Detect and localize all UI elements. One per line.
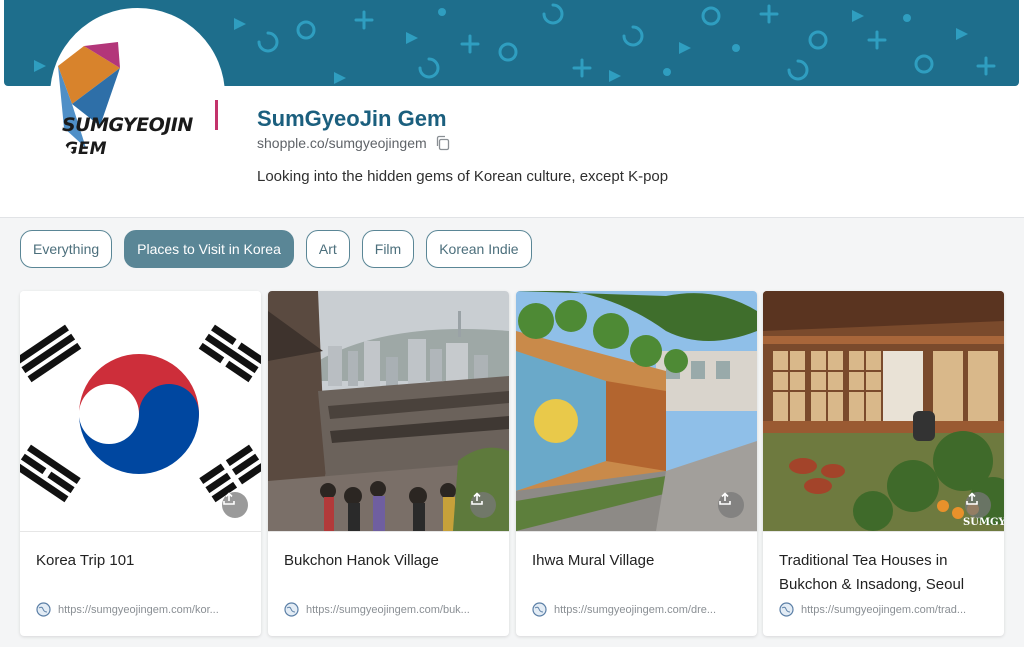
tab-everything[interactable]: Everything: [20, 230, 113, 268]
link-card-tea-houses[interactable]: SUMGYEO Traditional Tea Houses in Bukcho…: [763, 291, 1004, 636]
card-link-url: https://sumgyeojingem.com/buk...: [306, 603, 470, 616]
globe-icon: [779, 602, 794, 617]
card-link-url: https://sumgyeojingem.com/kor...: [58, 603, 219, 616]
card-image-korean-flag: [20, 291, 261, 531]
svg-text:SUMGYEOJIN: SUMGYEOJIN: [62, 114, 193, 136]
card-link-url: https://sumgyeojingem.com/trad...: [801, 603, 967, 616]
card-divider: [20, 531, 261, 532]
card-title: Bukchon Hanok Village: [284, 552, 439, 569]
card-image-tea-house: SUMGYEO: [763, 291, 1004, 531]
card-image-bukchon: [268, 291, 509, 531]
globe-icon: [284, 602, 299, 617]
profile-bio: Looking into the hidden gems of Korean c…: [257, 168, 669, 185]
share-icon[interactable]: [965, 492, 991, 518]
svg-text:SUMGYEO: SUMGYEO: [963, 517, 1004, 528]
profile-url[interactable]: shopple.co/sumgyeojingem: [257, 135, 427, 151]
card-divider: [268, 531, 509, 532]
tab-art[interactable]: Art: [305, 230, 350, 268]
share-icon[interactable]: [718, 492, 744, 518]
link-card-ihwa-mural[interactable]: Ihwa Mural Village https://sumgyeojingem…: [516, 291, 757, 636]
globe-icon: [532, 602, 547, 617]
card-divider: [516, 531, 757, 532]
card-link-row: https://sumgyeojingem.com/kor...: [36, 602, 219, 617]
card-image-ihwa-mural: [516, 291, 757, 531]
profile-avatar: SUMGYEOJIN GEM: [50, 8, 225, 183]
category-tabs: Everything Places to Visit in Korea Art …: [20, 230, 532, 268]
link-card-korea-trip[interactable]: Korea Trip 101 https://sumgyeojingem.com…: [20, 291, 261, 636]
card-title: Korea Trip 101: [36, 552, 135, 569]
card-title: Ihwa Mural Village: [532, 552, 655, 569]
svg-text:GEM: GEM: [64, 139, 107, 159]
tab-places-to-visit-in-korea[interactable]: Places to Visit in Korea: [124, 230, 294, 268]
share-icon[interactable]: [222, 492, 248, 518]
link-card-bukchon-hanok[interactable]: Bukchon Hanok Village https://sumgyeojin…: [268, 291, 509, 636]
profile-url-row: shopple.co/sumgyeojingem: [257, 135, 451, 151]
profile-header: SUMGYEOJIN GEM SumGyeoJin Gem shopple.co…: [0, 0, 1024, 218]
card-link-row: https://sumgyeojingem.com/trad...: [779, 602, 966, 617]
tab-korean-indie[interactable]: Korean Indie: [426, 230, 532, 268]
card-divider: [763, 531, 1004, 532]
globe-icon: [36, 602, 51, 617]
profile-name: SumGyeoJin Gem: [257, 106, 447, 131]
share-icon[interactable]: [470, 492, 496, 518]
tab-film[interactable]: Film: [361, 230, 415, 268]
card-link-row: https://sumgyeojingem.com/dre...: [532, 602, 716, 617]
card-link-url: https://sumgyeojingem.com/dre...: [554, 603, 717, 616]
card-title: Traditional Tea Houses in Bukchon & Insa…: [779, 552, 965, 593]
copy-icon[interactable]: [435, 135, 451, 151]
card-link-row: https://sumgyeojingem.com/buk...: [284, 602, 470, 617]
